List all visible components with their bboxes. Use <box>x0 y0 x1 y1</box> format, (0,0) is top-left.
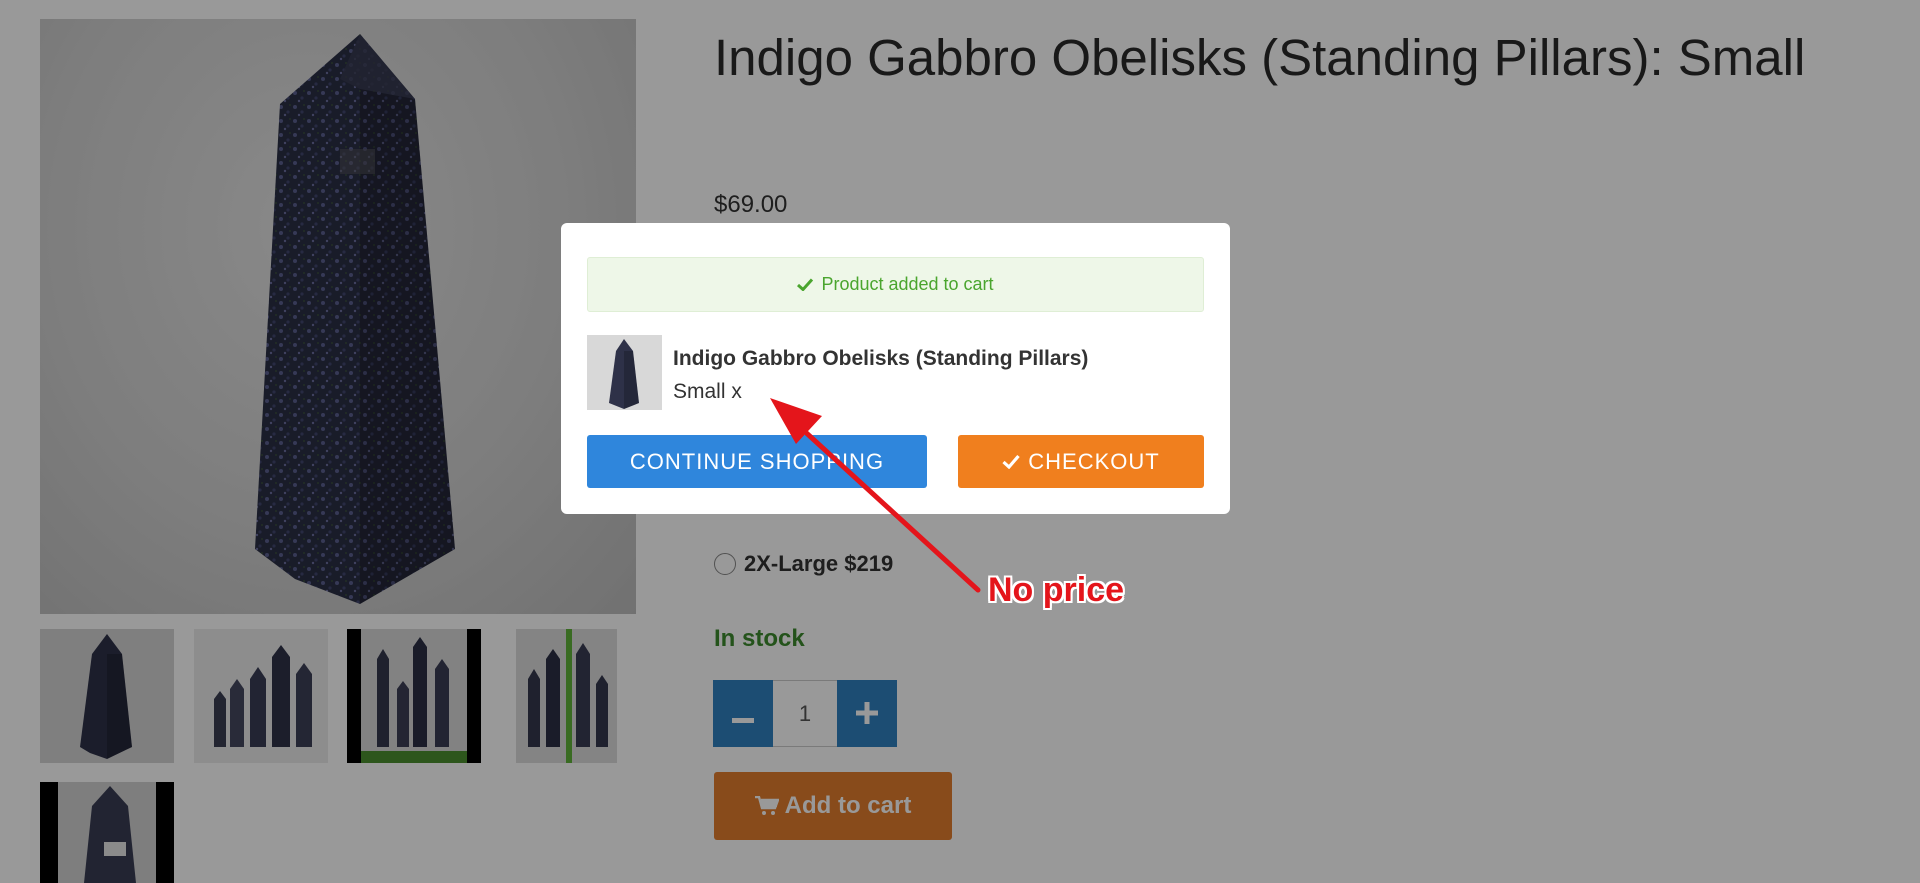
added-to-cart-modal: Product added to cart Indigo Gabbro Obel… <box>561 223 1230 514</box>
success-notice: Product added to cart <box>587 257 1204 312</box>
check-icon <box>1002 454 1020 469</box>
checkout-button[interactable]: CHECKOUT <box>958 435 1204 488</box>
cart-item-name: Indigo Gabbro Obelisks (Standing Pillars… <box>673 347 1089 370</box>
continue-shopping-button[interactable]: CONTINUE SHOPPING <box>587 435 927 488</box>
cart-item-variant: Small x <box>673 380 742 403</box>
success-notice-text: Product added to cart <box>821 274 994 294</box>
continue-shopping-label: CONTINUE SHOPPING <box>629 448 885 474</box>
checkout-label: CHECKOUT <box>1028 448 1160 474</box>
annotation-label: No price <box>988 571 1125 609</box>
product-page: Indigo Gabbro Obelisks (Standing Pillars… <box>0 0 1920 883</box>
cart-item-thumbnail <box>587 335 662 410</box>
check-icon <box>797 278 814 291</box>
